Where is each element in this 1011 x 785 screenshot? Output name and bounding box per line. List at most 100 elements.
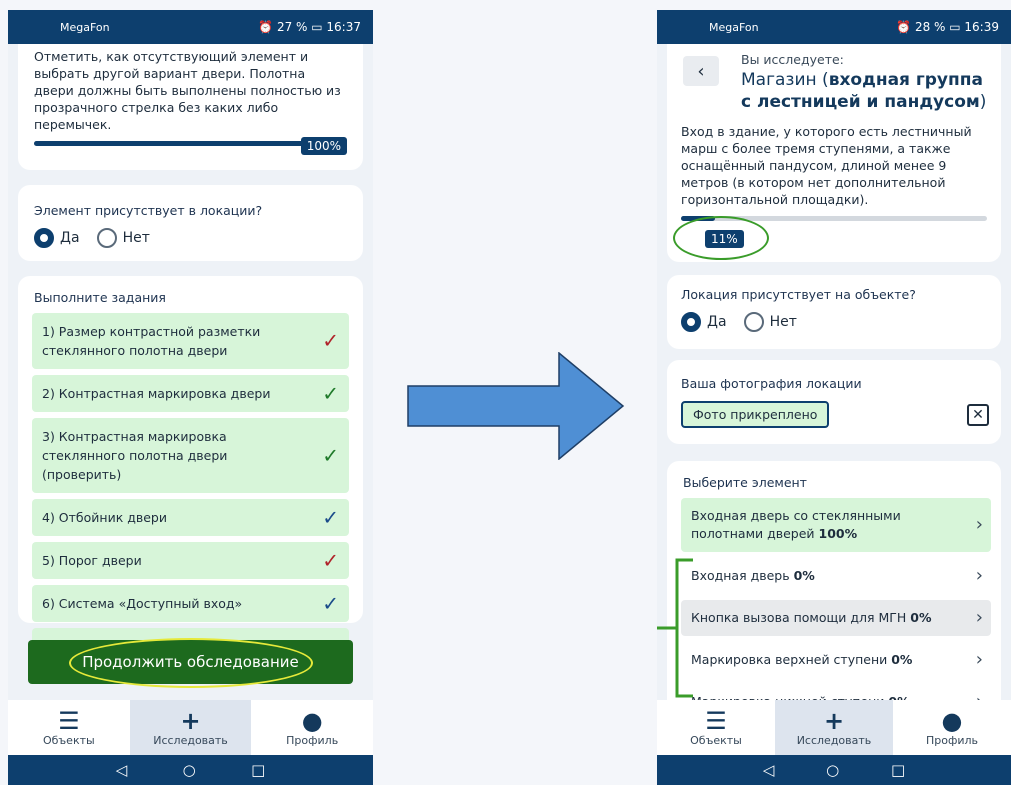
check-icon: ✓: [322, 548, 339, 572]
task-label: 1) Размер контрастной разметки стеклянно…: [42, 324, 261, 358]
radio-yes-label: Да: [707, 314, 727, 330]
progress-badge: 100%: [300, 137, 347, 155]
task-item[interactable]: 5) Порог двери ✓: [32, 542, 349, 579]
radio-no-dot: [96, 228, 117, 248]
instruction-text: Отметить, как отсутствующий элемент и вы…: [34, 49, 341, 132]
radio-no-label: Нет: [769, 314, 797, 330]
home-icon[interactable]: ○: [826, 761, 839, 779]
element-name: Маркировка верхней ступени: [691, 652, 892, 667]
radio-yes-label: Да: [60, 230, 80, 246]
title-plain: Магазин (: [741, 70, 829, 90]
plus-icon: +: [823, 707, 845, 735]
task-item[interactable]: 6) Система «Доступный вход» ✓: [32, 585, 349, 622]
check-icon: ✓: [322, 328, 339, 353]
chevron-right-icon: ›: [975, 607, 983, 628]
nav-profile-label: Профиль: [925, 734, 979, 747]
photo-card: Ваша фотография локации Фото прикреплено…: [667, 360, 1001, 444]
element-name: Входная дверь со стеклянными полотнами д…: [691, 508, 901, 541]
presence-question: Локация присутствует на объекте?: [681, 287, 916, 302]
element-percent: 0%: [910, 610, 932, 625]
transition-arrow-icon: [407, 352, 625, 460]
presence-card: Элемент присутствует в локации? Да Нет: [18, 185, 363, 261]
nav-explore-label: Исследовать: [153, 734, 228, 747]
check-icon: ✓: [322, 381, 339, 405]
left-phone-screen: MegaFon ⏰ 27 % ▭ 16:37 Отметить, как отс…: [8, 10, 373, 785]
chevron-right-icon: ›: [975, 514, 983, 535]
task-label: 4) Отбойник двери: [42, 510, 167, 525]
nav-objects[interactable]: ☰ Объекты: [657, 700, 775, 755]
radio-yes-dot: [34, 228, 54, 248]
plus-icon: +: [180, 707, 201, 735]
nav-objects-label: Объекты: [690, 734, 742, 747]
recents-icon[interactable]: □: [251, 761, 265, 779]
highlight-ellipse: [69, 638, 313, 688]
location-title: Магазин (входная группа с лестницей и па…: [741, 69, 987, 113]
element-item[interactable]: Входная дверь со стеклянными полотнами д…: [681, 498, 991, 552]
presence-question: Элемент присутствует в локации?: [34, 203, 263, 218]
radio-no-label: Нет: [122, 230, 150, 246]
close-icon: ✕: [972, 407, 984, 423]
title-end: ): [979, 92, 987, 112]
element-item[interactable]: Входная дверь 0% ›: [681, 558, 991, 594]
tasks-card: Выполните задания 1) Размер контрастной …: [18, 276, 363, 665]
elements-card: Выберите элемент Входная дверь со стекля…: [667, 461, 1001, 706]
task-label: 2) Контрастная маркировка двери: [42, 386, 271, 401]
radio-yes[interactable]: Да: [34, 228, 80, 248]
elements-title: Выберите элемент: [683, 475, 807, 490]
carrier-label: MegaFon: [709, 20, 759, 34]
status-right: ⏰ 27 % ▭ 16:37: [258, 20, 361, 34]
task-item[interactable]: 3) Контрастная маркировка стеклянного по…: [32, 418, 349, 493]
radio-no[interactable]: Нет: [96, 228, 150, 248]
status-bar: MegaFon ⏰ 28 % ▭ 16:39: [657, 10, 1011, 44]
nav-explore[interactable]: + Исследовать: [129, 700, 252, 755]
photo-attached-label: Фото прикреплено: [693, 407, 818, 422]
group-bracket: [657, 558, 693, 698]
check-icon: ✓: [322, 591, 339, 615]
nav-profile[interactable]: ● Профиль: [893, 700, 1011, 755]
task-item[interactable]: 1) Размер контрастной разметки стеклянно…: [32, 313, 349, 369]
radio-yes[interactable]: Да: [681, 312, 727, 332]
home-icon[interactable]: ○: [183, 761, 196, 779]
nav-explore[interactable]: + Исследовать: [775, 700, 893, 755]
back-chevron-icon: ‹: [697, 60, 705, 82]
status-bar: MegaFon ⏰ 27 % ▭ 16:37: [8, 10, 373, 44]
back-icon[interactable]: ◁: [116, 761, 128, 779]
back-icon[interactable]: ◁: [763, 761, 775, 779]
chevron-right-icon: ›: [975, 565, 983, 586]
element-item[interactable]: Кнопка вызова помощи для МГН 0% ›: [681, 600, 991, 636]
list-icon: ☰: [58, 707, 80, 735]
instruction-card: Отметить, как отсутствующий элемент и вы…: [18, 44, 363, 170]
photo-attached-button[interactable]: Фото прикреплено: [681, 401, 830, 428]
nav-objects-label: Объекты: [42, 734, 95, 747]
back-button[interactable]: ‹: [683, 56, 719, 86]
radio-no[interactable]: Нет: [743, 312, 797, 332]
task-label: 6) Система «Доступный вход»: [42, 596, 243, 611]
task-item[interactable]: 2) Контрастная маркировка двери ✓: [32, 375, 349, 412]
user-icon: ●: [301, 707, 323, 735]
recents-icon[interactable]: □: [891, 761, 905, 779]
presence-card: Локация присутствует на объекте? Да Нет: [667, 275, 1001, 349]
highlight-ellipse: [673, 216, 769, 260]
right-phone-screen: MegaFon ⏰ 28 % ▭ 16:39 ‹ Вы исследуете: …: [657, 10, 1011, 785]
status-right: ⏰ 28 % ▭ 16:39: [896, 20, 999, 34]
bottom-nav: ☰ Объекты + Исследовать ● Профиль: [657, 700, 1011, 755]
task-item[interactable]: 4) Отбойник двери ✓: [32, 499, 349, 536]
check-icon: ✓: [322, 443, 339, 467]
nav-objects[interactable]: ☰ Объекты: [8, 700, 130, 755]
check-icon: ✓: [322, 505, 339, 529]
chevron-right-icon: ›: [975, 649, 983, 670]
nav-profile[interactable]: ● Профиль: [251, 700, 373, 755]
task-label: 3) Контрастная маркировка стеклянного по…: [42, 429, 228, 482]
remove-photo-button[interactable]: ✕: [967, 404, 989, 426]
radio-yes-dot: [681, 312, 701, 332]
list-icon: ☰: [705, 707, 727, 735]
location-header-card: ‹ Вы исследуете: Магазин (входная группа…: [667, 44, 1001, 262]
bottom-nav: ☰ Объекты + Исследовать ● Профиль: [8, 700, 373, 755]
system-nav-bar: ◁ ○ □: [8, 755, 373, 785]
element-item[interactable]: Маркировка верхней ступени 0% ›: [681, 642, 991, 678]
element-percent: 100%: [818, 526, 858, 541]
system-nav-bar: ◁ ○ □: [657, 755, 1011, 785]
photo-title: Ваша фотография локации: [681, 376, 862, 391]
radio-no-dot: [743, 312, 764, 332]
nav-profile-label: Профиль: [286, 734, 339, 747]
